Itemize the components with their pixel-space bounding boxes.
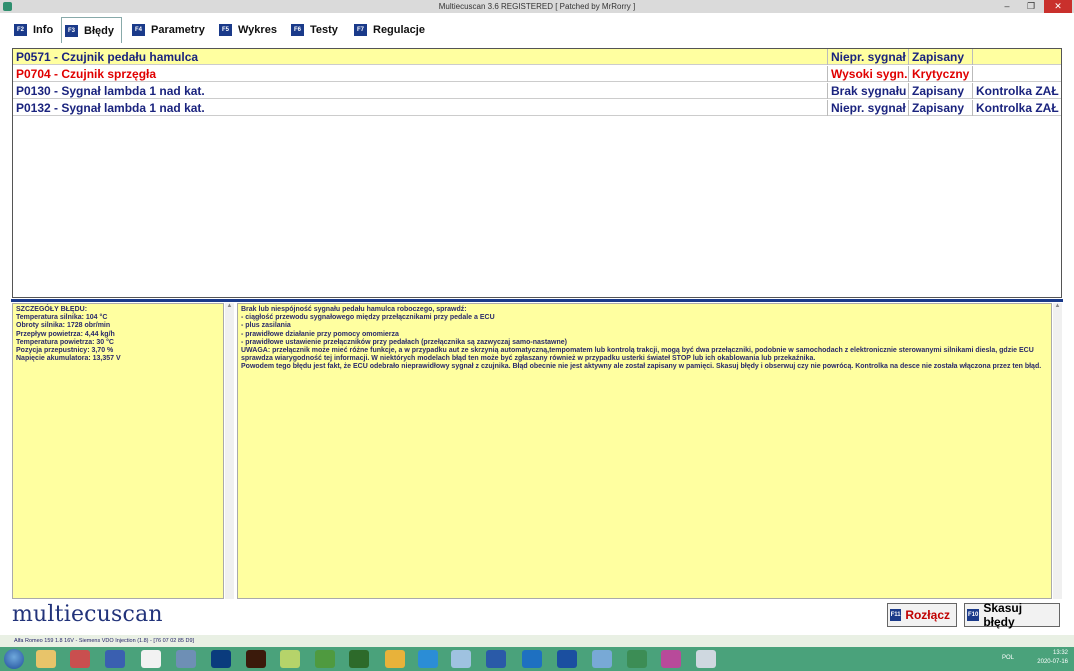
photoshop-icon[interactable] <box>211 650 231 668</box>
f11-key-icon: F11 <box>890 609 902 621</box>
f4-key-icon: F4 <box>132 24 145 36</box>
details-line: Pozycja przepustnicy: 3,70 % <box>16 347 114 355</box>
f5-key-icon: F5 <box>219 24 232 36</box>
title-bar: Multiecuscan 3.6 REGISTERED [ Patched by… <box>0 0 1074 13</box>
tab-label: Testy <box>310 24 338 36</box>
clock-time: 13:32 <box>1052 650 1068 656</box>
f2-key-icon: F2 <box>14 24 27 36</box>
tab-label: Regulacje <box>373 24 425 36</box>
clear-faults-button[interactable]: F10 Skasuj błędy <box>964 601 1060 629</box>
details-line: Temperatura powietrza: 30 °C <box>16 338 114 346</box>
fault-description-panel: Brak lub niespójność sygnału pedału hamu… <box>237 303 1052 599</box>
tool-app-icon[interactable] <box>696 650 716 668</box>
details-line: Obroty silnika: 1728 obr/min <box>16 322 111 330</box>
fault-lamp <box>973 49 1061 65</box>
fault-code: P0130 - Sygnał lambda 1 nad kat. <box>13 83 828 99</box>
description-line: - plus zasilania <box>241 322 291 330</box>
fault-details-panel: SZCZEGÓŁY BŁĘDU: Temperatura silnika: 10… <box>12 303 224 599</box>
details-scrollbar[interactable]: ▲ <box>225 303 234 599</box>
chrome-icon[interactable] <box>385 650 405 668</box>
fault-row[interactable]: P0704 - Czujnik sprzęgła Wysoki sygn. Kr… <box>13 66 1061 82</box>
media-app-icon[interactable] <box>349 650 369 668</box>
section-divider <box>11 299 1063 302</box>
fault-row[interactable]: P0130 - Sygnał lambda 1 nad kat. Brak sy… <box>13 83 1061 99</box>
fault-lamp: Kontrolka ZAŁ <box>976 84 1059 98</box>
leaf-app-icon[interactable] <box>315 650 335 668</box>
save-disk-icon[interactable] <box>105 650 125 668</box>
details-heading: SZCZEGÓŁY BŁĘDU: <box>16 306 88 313</box>
fault-type: Niepr. sygnał <box>828 100 909 116</box>
illustrator-icon[interactable] <box>246 650 266 668</box>
f10-key-icon: F10 <box>967 609 980 621</box>
fault-lamp <box>973 66 1061 82</box>
tab-bledy[interactable]: F3 Błędy <box>61 17 122 43</box>
maximize-button[interactable]: ❐ <box>1020 0 1042 13</box>
notes-icon[interactable] <box>451 650 471 668</box>
fault-row[interactable]: P0571 - Czujnik pedału hamulca Niepr. sy… <box>13 49 1061 65</box>
window-title: Multiecuscan 3.6 REGISTERED [ Patched by… <box>438 2 636 11</box>
app-icon-taskbar[interactable] <box>70 650 90 668</box>
tab-parametry[interactable]: F4 Parametry <box>129 18 211 42</box>
system-clock[interactable]: 13:32 2020-07-16 <box>1037 649 1068 667</box>
close-button[interactable]: ✕ <box>1044 0 1072 13</box>
description-line: UWAGA: przełącznik może mieć różne funkc… <box>241 347 1034 363</box>
tray-language[interactable]: POL <box>1002 655 1014 661</box>
fault-status: Zapisany <box>909 49 973 65</box>
description-scrollbar[interactable]: ▲ <box>1053 303 1062 599</box>
tab-testy[interactable]: F6 Testy <box>288 18 343 42</box>
details-line: Napięcie akumulatora: 13,357 V <box>16 355 121 363</box>
description-line: - ciągłość przewodu sygnałowego między p… <box>241 314 495 322</box>
app-logo: multiecuscan <box>12 602 163 627</box>
fault-code: P0704 - Czujnik sprzęgła <box>13 66 828 82</box>
fault-lamp: Kontrolka ZAŁ <box>976 101 1059 115</box>
tab-info[interactable]: F2 Info <box>11 18 58 42</box>
fault-code: P0132 - Sygnał lambda 1 nad kat. <box>13 100 828 116</box>
fault-status: Krytyczny <box>909 66 973 82</box>
tab-wykres[interactable]: F5 Wykres <box>216 18 284 42</box>
outlook-icon[interactable] <box>522 650 542 668</box>
fault-list: P0571 - Czujnik pedału hamulca Niepr. sy… <box>12 48 1062 298</box>
vehicle-status-line: Alfa Romeo 159 1.8 16V - Siemens VDO Inj… <box>0 635 1074 647</box>
tab-label: Info <box>33 24 54 36</box>
edge-icon[interactable] <box>418 650 438 668</box>
disconnect-label: Rozłącz <box>905 608 950 622</box>
calculator-icon[interactable] <box>176 650 196 668</box>
green-app-icon[interactable] <box>280 650 300 668</box>
details-line: Przepływ powietrza: 4,44 kg/h <box>16 330 115 338</box>
fault-type: Niepr. sygnał <box>828 49 909 65</box>
shield-icon[interactable] <box>557 650 577 668</box>
fault-status: Zapisany <box>909 83 973 99</box>
file-explorer-icon[interactable] <box>36 650 56 668</box>
tab-label: Wykres <box>238 24 277 36</box>
winrar-icon[interactable] <box>661 650 681 668</box>
tab-regulacje[interactable]: F7 Regulacje <box>351 18 431 42</box>
pen-app-icon[interactable] <box>486 650 506 668</box>
start-button-icon[interactable] <box>4 649 24 669</box>
fault-type: Wysoki sygn. <box>828 66 909 82</box>
fault-row[interactable]: P0132 - Sygnał lambda 1 nad kat. Niepr. … <box>13 100 1061 116</box>
tab-label: Błędy <box>84 24 114 37</box>
seven-icon[interactable] <box>141 650 161 668</box>
f7-key-icon: F7 <box>354 24 367 36</box>
description-line: Brak lub niespójność sygnału pedału hamu… <box>241 306 467 313</box>
description-line: Powodem tego błędu jest fakt, że ECU ode… <box>241 363 1042 371</box>
clock-date: 2020-07-16 <box>1037 659 1068 665</box>
description-line: - prawidłowe działanie przy pomocy omomi… <box>241 330 399 338</box>
multiecuscan-taskbar-icon[interactable] <box>627 650 647 668</box>
minimize-button[interactable]: – <box>996 0 1018 13</box>
description-line: - prawidłowe ustawienie przełączników pr… <box>241 338 567 346</box>
tab-label: Parametry <box>151 24 205 36</box>
disconnect-button[interactable]: F11 Rozłącz <box>887 603 957 627</box>
f6-key-icon: F6 <box>291 24 304 36</box>
fault-type: Brak sygnału <box>828 83 909 99</box>
clear-faults-label: Skasuj błędy <box>983 601 1023 629</box>
taskbar: POL 13:32 2020-07-16 <box>0 647 1074 671</box>
details-line: Temperatura silnika: 104 °C <box>16 314 108 322</box>
network-icon[interactable] <box>592 650 612 668</box>
fault-status: Zapisany <box>909 100 973 116</box>
fault-code: P0571 - Czujnik pedału hamulca <box>13 49 828 65</box>
f3-key-icon: F3 <box>65 24 78 37</box>
